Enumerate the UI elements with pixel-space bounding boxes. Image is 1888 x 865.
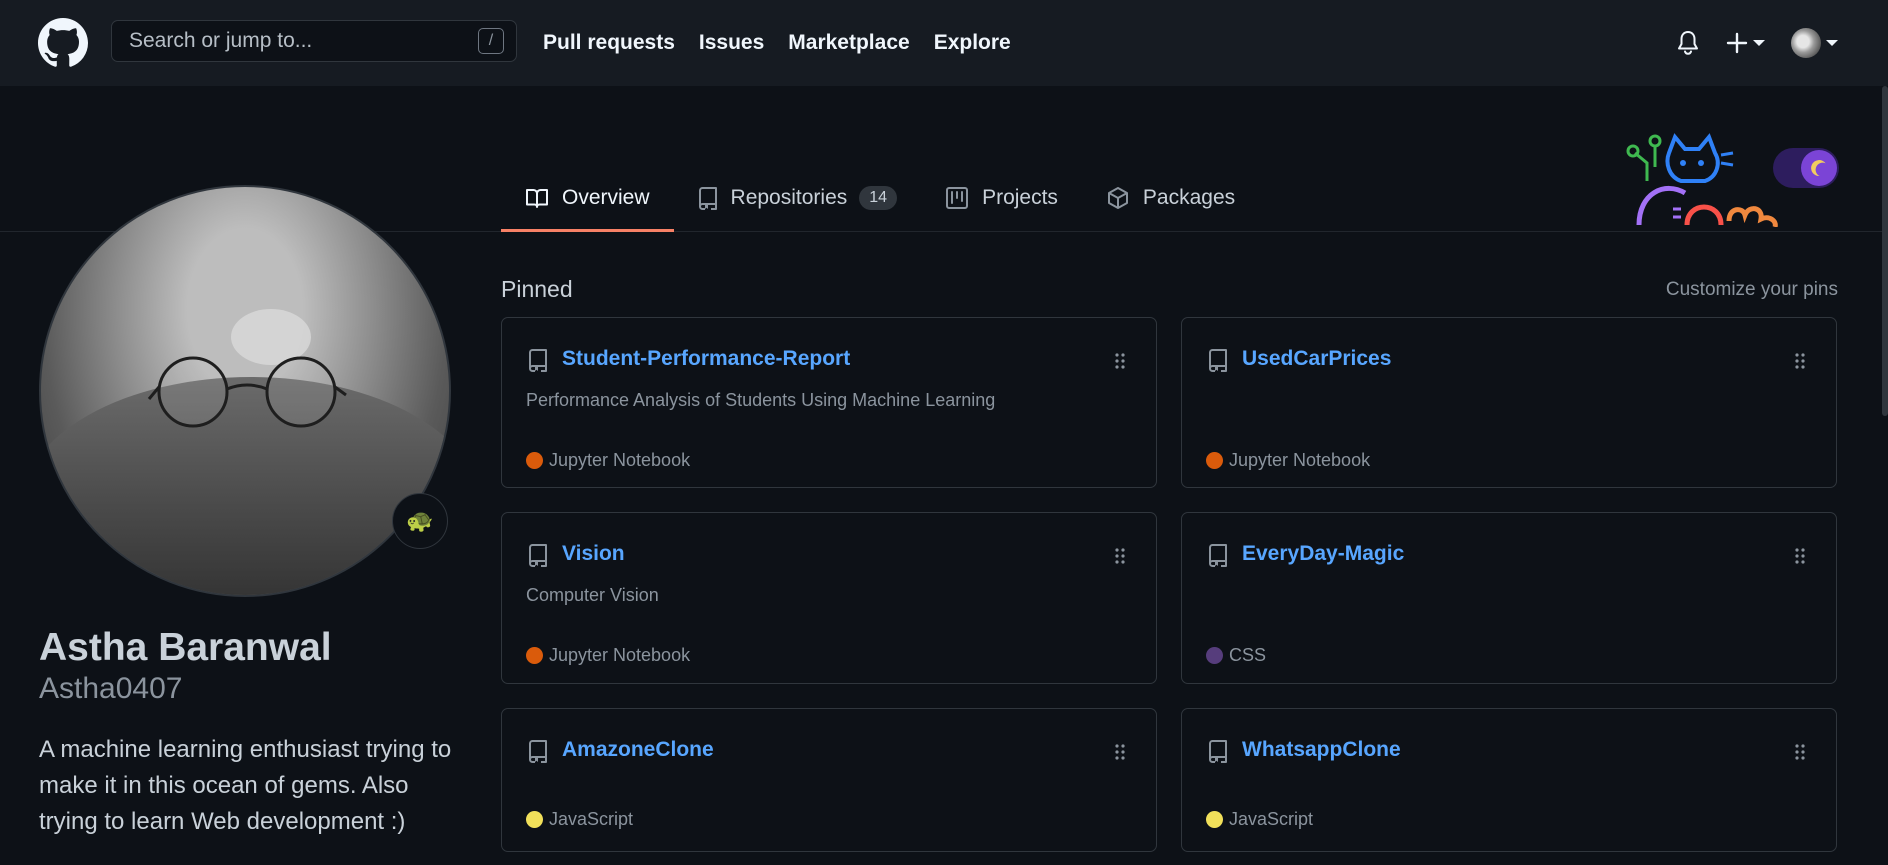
plus-icon [1726,32,1748,54]
profile-avatar[interactable] [39,185,451,597]
global-nav: Pull requests Issues Marketplace Explore [543,0,1011,86]
repo-language: Jupyter Notebook [526,450,690,471]
nav-explore[interactable]: Explore [934,31,1011,55]
avatar [1791,28,1821,58]
tab-label: Packages [1142,186,1236,209]
github-logo-icon[interactable] [38,18,88,68]
package-icon [1107,187,1128,209]
nav-pull-requests[interactable]: Pull requests [543,31,675,55]
profile-tabs: Overview Repositories 14 Projects Packag… [501,166,1259,232]
repo-icon [1208,543,1228,572]
language-label: Jupyter Notebook [1229,450,1371,470]
tab-label: Projects [982,186,1058,209]
drag-handle-icon[interactable] [1114,547,1126,570]
project-icon [946,187,969,209]
top-header: / Pull requests Issues Marketplace Explo… [0,0,1888,86]
tab-projects[interactable]: Projects [921,166,1082,230]
repo-name-link[interactable]: Student-Performance-Report [562,347,850,371]
repo-name-link[interactable]: UsedCarPrices [1242,347,1391,371]
language-label: JavaScript [1229,809,1314,829]
repo-language: JavaScript [526,809,633,830]
language-color-dot [526,811,543,828]
drag-handle-icon[interactable] [1794,352,1806,375]
profile-bio: A machine learning enthusiast trying to … [39,736,452,835]
language-label: Jupyter Notebook [549,450,691,470]
pinned-heading: Pinned [501,276,573,302]
drag-handle-icon[interactable] [1114,352,1126,375]
search-box[interactable]: / [111,20,517,62]
pinned-repo-card: UsedCarPrices Jupyter Notebook [1181,317,1837,488]
status-emoji-button[interactable]: 🐢 [392,493,448,549]
bell-icon[interactable] [1676,30,1700,56]
language-color-dot [1206,647,1223,664]
repo-name-link[interactable]: WhatsappClone [1242,738,1401,762]
drag-handle-icon[interactable] [1794,547,1806,570]
repo-language: JavaScript [1206,809,1313,830]
search-input[interactable] [112,28,478,54]
drag-handle-icon[interactable] [1794,743,1806,766]
tab-overview[interactable]: Overview [501,166,674,232]
repo-name-link[interactable]: EveryDay-Magic [1242,542,1404,566]
repo-name-link[interactable]: AmazoneClone [562,738,714,762]
repo-icon [1208,739,1228,768]
book-icon [526,188,548,208]
theme-toggle[interactable] [1773,148,1839,188]
scrollbar[interactable] [1882,86,1888,865]
nav-marketplace[interactable]: Marketplace [788,31,909,55]
user-menu-dropdown[interactable] [1791,28,1838,58]
repo-language: Jupyter Notebook [1206,450,1370,471]
tab-label: Overview [562,185,650,209]
repo-icon [528,543,548,572]
eyeglasses-photo [147,309,347,428]
repo-icon [698,187,717,210]
repositories-counter: 14 [859,186,898,210]
language-label: JavaScript [549,809,634,829]
language-color-dot [1206,811,1223,828]
repo-icon [528,739,548,768]
repo-icon [1208,348,1228,377]
nav-issues[interactable]: Issues [699,31,764,55]
repo-name-link[interactable]: Vision [562,542,625,566]
language-color-dot [526,452,543,469]
language-color-dot [526,647,543,664]
tab-label: Repositories [730,186,848,209]
customize-pins-link[interactable]: Customize your pins [1666,279,1838,301]
scrollbar-thumb[interactable] [1882,86,1888,416]
header-actions [1676,0,1838,86]
tab-repositories[interactable]: Repositories 14 [674,166,922,230]
repo-description: Performance Analysis of Students Using M… [526,390,996,410]
octocat-mascot-icon [1626,133,1778,227]
profile-username: Astha0407 [39,672,183,705]
pinned-repo-card: Vision Computer Vision Jupyter Notebook [501,512,1157,684]
language-color-dot [1206,452,1223,469]
moon-icon [1811,160,1826,177]
toggle-knob [1801,150,1837,186]
pinned-repo-card: Student-Performance-Report Performance An… [501,317,1157,488]
drag-handle-icon[interactable] [1114,743,1126,766]
pinned-repo-card: EveryDay-Magic CSS [1181,512,1837,684]
pinned-repo-card: WhatsappClone JavaScript [1181,708,1837,852]
create-new-dropdown[interactable] [1726,32,1765,54]
language-label: Jupyter Notebook [549,645,691,665]
chevron-down-icon [1753,40,1765,46]
repo-language: CSS [1206,645,1266,666]
tab-packages[interactable]: Packages [1082,166,1259,230]
repo-icon [528,348,548,377]
repo-language: Jupyter Notebook [526,645,690,666]
profile-full-name: Astha Baranwal [39,626,332,669]
chevron-down-icon [1826,40,1838,46]
language-label: CSS [1229,645,1267,665]
search-shortcut-key: / [478,28,504,54]
pinned-repo-card: AmazoneClone JavaScript [501,708,1157,852]
repo-description: Computer Vision [526,585,659,605]
